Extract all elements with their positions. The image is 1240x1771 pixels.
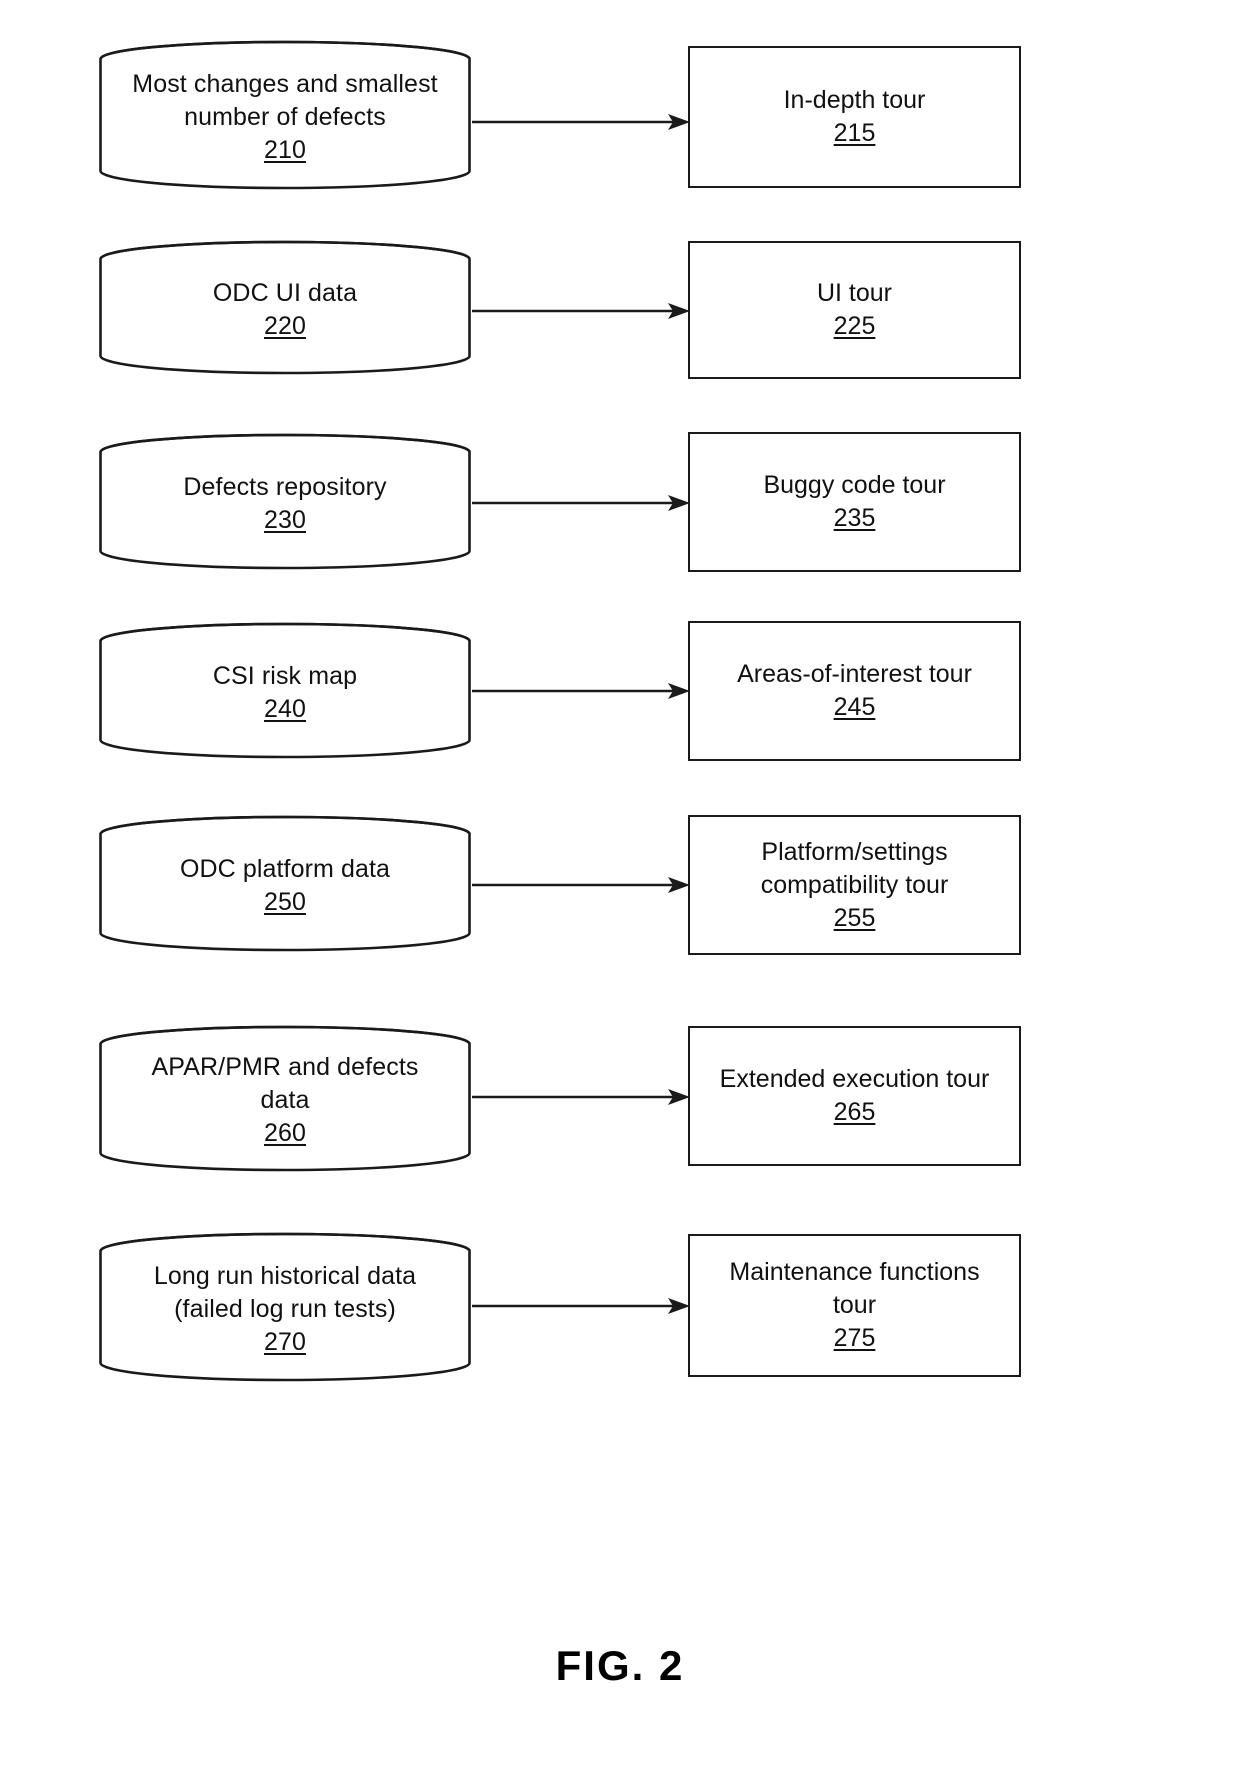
data-store-text-line: number of defects — [184, 103, 386, 131]
tour-box-reference-numeral: 235 — [833, 504, 876, 532]
tour-box: UI tour 225 — [688, 241, 1021, 379]
data-store-reference-numeral: 230 — [263, 506, 306, 534]
flow-arrow — [470, 874, 692, 896]
tour-box-text-line: compatibility tour — [760, 870, 949, 899]
tour-box-reference-numeral: 265 — [833, 1098, 876, 1126]
tour-box-reference-numeral: 245 — [833, 693, 876, 721]
tour-box-text-line: Areas-of-interest tour — [737, 660, 972, 688]
tour-box-reference-numeral: 215 — [833, 119, 876, 147]
tour-box: Platform/settings compatibility tour 255 — [688, 815, 1021, 955]
data-store-reference-numeral: 250 — [263, 888, 306, 916]
arrow-shape — [472, 495, 690, 511]
data-store-label: Most changes and smallest number of defec… — [99, 68, 471, 167]
flow-arrow — [470, 1086, 692, 1108]
tour-box-reference-numeral: 225 — [833, 312, 876, 340]
data-store-text-line: CSI risk map — [212, 662, 358, 690]
data-store-label: APAR/PMR and defects data 260 — [99, 1051, 471, 1150]
data-store-cylinder: Defects repository 230 — [99, 433, 471, 570]
arrow-shape — [472, 1089, 690, 1105]
data-store-text-line: APAR/PMR and defects — [151, 1053, 419, 1081]
arrow-shape — [472, 114, 690, 130]
data-store-reference-numeral: 270 — [263, 1328, 306, 1356]
data-store-label: ODC platform data 250 — [99, 853, 471, 919]
arrow-shape — [472, 877, 690, 893]
arrow-shape — [472, 303, 690, 319]
flow-arrow — [470, 680, 692, 702]
figure-caption: FIG. 2 — [555, 1642, 685, 1689]
data-store-text-line: ODC platform data — [179, 855, 391, 883]
data-store-label: ODC UI data 220 — [99, 277, 471, 343]
data-store-cylinder: CSI risk map 240 — [99, 622, 471, 759]
data-store-cylinder: APAR/PMR and defects data 260 — [99, 1025, 471, 1172]
tour-box-reference-numeral: 275 — [833, 1324, 876, 1352]
data-store-text-line: Long run historical data — [153, 1262, 417, 1290]
tour-box-text-line: Extended execution tour — [719, 1065, 990, 1093]
data-store-text-line: ODC UI data — [212, 279, 358, 307]
data-store-reference-numeral: 210 — [263, 136, 306, 164]
data-store-text-line: Most changes and smallest — [132, 70, 438, 98]
flow-arrow — [470, 300, 692, 322]
tour-box-text-line: Buggy code tour — [763, 471, 946, 499]
tour-box: Extended execution tour 265 — [688, 1026, 1021, 1166]
flow-arrow — [470, 111, 692, 133]
tour-box: Buggy code tour 235 — [688, 432, 1021, 572]
data-store-text-line: data — [260, 1086, 310, 1114]
patent-figure-2: Most changes and smallest number of defec… — [0, 0, 1240, 1771]
data-store-label: Defects repository 230 — [99, 471, 471, 537]
tour-box: Areas-of-interest tour 245 — [688, 621, 1021, 761]
data-store-cylinder: Most changes and smallest number of defec… — [99, 40, 471, 190]
data-store-cylinder: ODC UI data 220 — [99, 240, 471, 375]
data-store-label: CSI risk map 240 — [99, 660, 471, 726]
data-store-cylinder: ODC platform data 250 — [99, 815, 471, 952]
data-store-label: Long run historical data (failed log run … — [99, 1260, 471, 1359]
data-store-cylinder: Long run historical data (failed log run … — [99, 1232, 471, 1382]
tour-box-text-line: Maintenance functions — [729, 1258, 980, 1286]
tour-box-text-line: In-depth tour — [783, 86, 926, 114]
tour-box-text-line: tour — [832, 1291, 877, 1319]
tour-box-reference-numeral: 255 — [833, 903, 876, 932]
data-store-reference-numeral: 240 — [263, 695, 306, 723]
data-store-text-line: Defects repository — [183, 473, 387, 501]
flow-arrow — [470, 1295, 692, 1317]
tour-box: Maintenance functions tour 275 — [688, 1234, 1021, 1377]
data-store-text-line: (failed log run tests) — [174, 1295, 396, 1323]
tour-box: In-depth tour 215 — [688, 46, 1021, 188]
data-store-reference-numeral: 220 — [263, 312, 306, 340]
data-store-reference-numeral: 260 — [263, 1119, 306, 1147]
arrow-shape — [472, 1298, 690, 1314]
flow-arrow — [470, 492, 692, 514]
arrow-shape — [472, 683, 690, 699]
tour-box-text-line: Platform/settings — [761, 837, 948, 866]
tour-box-text-line: UI tour — [816, 279, 893, 307]
